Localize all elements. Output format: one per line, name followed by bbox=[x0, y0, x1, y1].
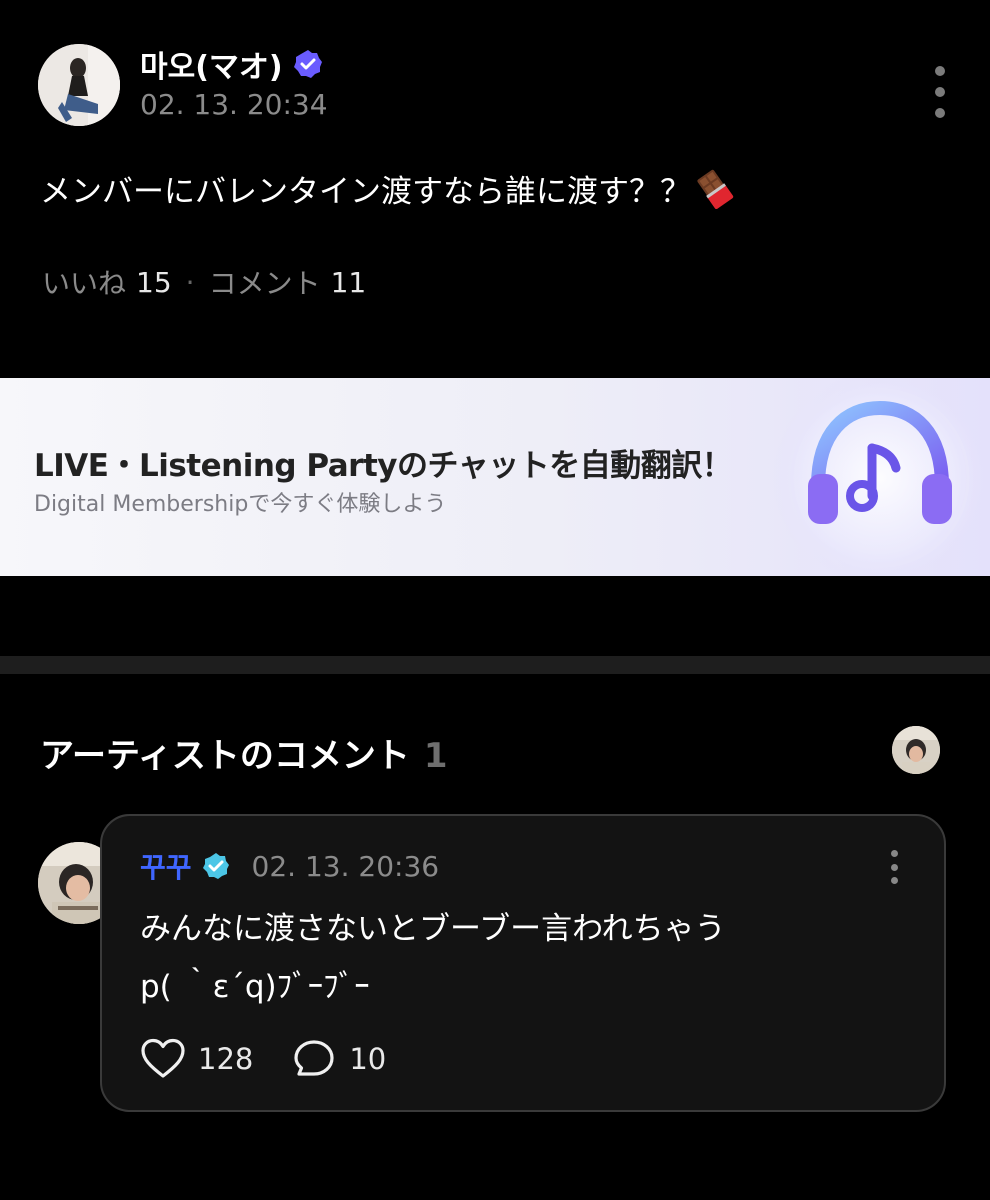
comments-label[interactable]: コメント bbox=[209, 262, 321, 302]
artist-comment-card[interactable]: 꾸꾸 02. 13. 20:36 みんなに渡さないとブーブー言われちゃう p( … bbox=[100, 814, 946, 1112]
artist-avatar-small-image bbox=[892, 726, 940, 774]
more-dot bbox=[890, 850, 898, 857]
stats-separator: · bbox=[185, 265, 195, 299]
comment-bubble-icon bbox=[294, 1040, 334, 1076]
reply-count: 10 bbox=[349, 1042, 387, 1076]
like-count: 128 bbox=[198, 1042, 254, 1076]
comment-line-1: みんなに渡さないとブーブー言われちゃう bbox=[140, 911, 726, 947]
more-dot bbox=[935, 87, 945, 97]
post-body: メンバーにバレンタイン渡すなら誰に渡す？？ bbox=[40, 166, 735, 211]
verified-badge-icon bbox=[293, 50, 322, 78]
promo-banner[interactable]: LIVE・Listening Partyのチャットを自動翻訳！ Digital … bbox=[0, 378, 990, 576]
more-dot bbox=[890, 877, 898, 884]
headphones-music-note-icon bbox=[772, 378, 988, 576]
more-vertical-icon[interactable] bbox=[884, 850, 904, 884]
comment-author-name[interactable]: 꾸꾸 bbox=[140, 846, 192, 886]
author-avatar[interactable] bbox=[38, 44, 120, 126]
more-dot bbox=[890, 863, 898, 871]
comments-count: 11 bbox=[330, 265, 367, 299]
artist-comments-header: アーティストのコメント 1 bbox=[40, 728, 448, 777]
more-dot bbox=[935, 66, 945, 76]
author-name[interactable]: 마오(マオ) bbox=[140, 42, 283, 86]
more-vertical-icon[interactable] bbox=[926, 66, 954, 118]
comment-text: みんなに渡さないとブーブー言われちゃう p( ｀ε´q)ﾌﾞｰﾌﾞｰ bbox=[140, 900, 726, 1016]
artist-avatar-small[interactable] bbox=[892, 726, 940, 774]
verified-badge-icon bbox=[202, 853, 229, 879]
more-dot bbox=[935, 108, 945, 118]
likes-count: 15 bbox=[136, 265, 172, 299]
like-button[interactable]: 128 bbox=[140, 1038, 253, 1080]
comment-timestamp: 02. 13. 20:36 bbox=[251, 849, 440, 883]
author-avatar-image bbox=[38, 44, 120, 126]
post-stats: いいね 15 · コメント 11 bbox=[42, 262, 366, 302]
artist-comments-title: アーティストのコメント bbox=[40, 736, 410, 776]
heart-icon bbox=[141, 1038, 185, 1078]
banner-subtitle: Digital Membershipで今すぐ体験しよう bbox=[34, 492, 447, 517]
likes-label[interactable]: いいね bbox=[42, 262, 126, 302]
artist-comments-count: 1 bbox=[423, 736, 448, 776]
post-timestamp: 02. 13. 20:34 bbox=[140, 88, 328, 121]
comment-line-2: p( ｀ε´q)ﾌﾞｰﾌﾞｰ bbox=[140, 969, 370, 1005]
banner-title: LIVE・Listening Partyのチャットを自動翻訳！ bbox=[34, 448, 733, 484]
chocolate-bar-icon bbox=[697, 169, 734, 209]
section-divider bbox=[0, 656, 990, 674]
reply-button[interactable]: 10 bbox=[291, 1038, 386, 1080]
comment-actions: 128 10 bbox=[140, 1038, 424, 1080]
post-text: メンバーにバレンタイン渡すなら誰に渡す？？ bbox=[40, 174, 691, 210]
